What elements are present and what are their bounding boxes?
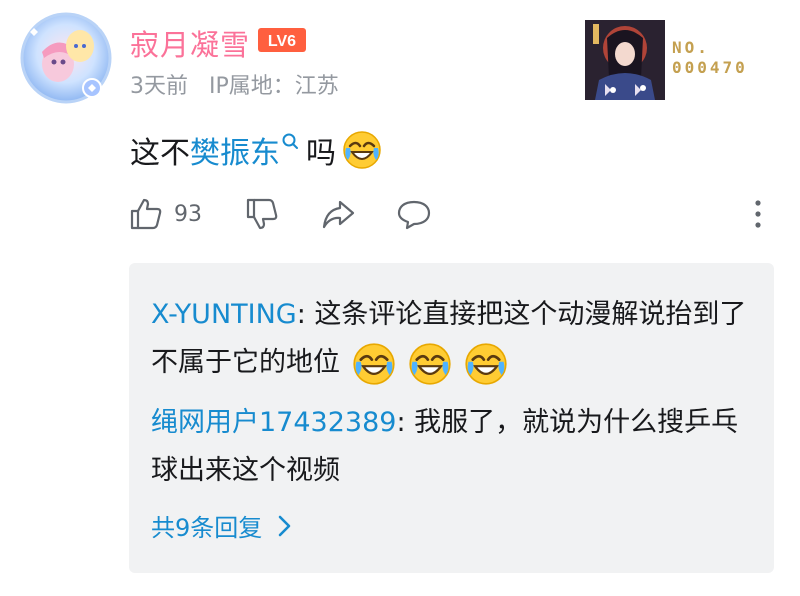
laughing-cry-emoji [409,342,451,385]
reply-item[interactable]: X-YUNTING: 这条评论直接把这个动漫解说抬到了不属于它的地位 [151,291,751,387]
laughing-cry-emoji [343,131,381,169]
reply-icon [397,200,431,230]
reply-item[interactable]: 绳网用户17432389: 我服了，就说为什么搜乒乓球出来这个视频 [151,399,751,495]
reply-author[interactable]: 绳网用户17432389 [151,407,396,438]
avatar-frame-icon [20,12,112,104]
username[interactable]: 寂月凝雪 [130,22,250,64]
share-icon [322,200,355,229]
more-replies-label: 共9条回复 [151,514,263,542]
comment-time: 3天前 [130,74,188,99]
laughing-cry-emoji [353,342,395,385]
like-count: 93 [174,201,202,227]
comment-content: 这不 樊振东 吗 [130,128,382,172]
like-button[interactable]: 93 [128,196,202,232]
reply-preview-box[interactable]: X-YUNTING: 这条评论直接把这个动漫解说抬到了不属于它的地位 绳网用户1… [129,263,774,573]
reply-author[interactable]: X-YUNTING [151,299,297,330]
content-text-after: 吗 [306,136,336,171]
comment-meta: 3天前 IP属地：江苏 [130,68,353,100]
ip-location: IP属地：江苏 [209,74,339,99]
like-icon [130,198,162,230]
level-badge-text: LV6 [268,33,296,50]
laughing-cry-emoji [465,342,507,385]
dislike-icon [246,198,278,230]
chevron-right-icon [278,515,291,536]
reply-button[interactable] [396,196,432,232]
dislike-button[interactable] [244,196,280,232]
share-button[interactable] [320,196,356,232]
level-badge: LV6 [258,28,306,52]
more-options-icon [755,200,761,228]
search-mini-icon[interactable] [280,131,302,153]
content-text-before: 这不 [130,136,190,171]
avatar[interactable] [20,12,112,104]
view-more-replies-link[interactable]: 共9条回复 [151,508,296,543]
fan-badge-number: NO. 000470 [672,38,748,77]
search-link[interactable]: 樊振东 [190,128,280,172]
action-bar: 93 [128,196,768,240]
more-options-button[interactable] [740,196,776,232]
